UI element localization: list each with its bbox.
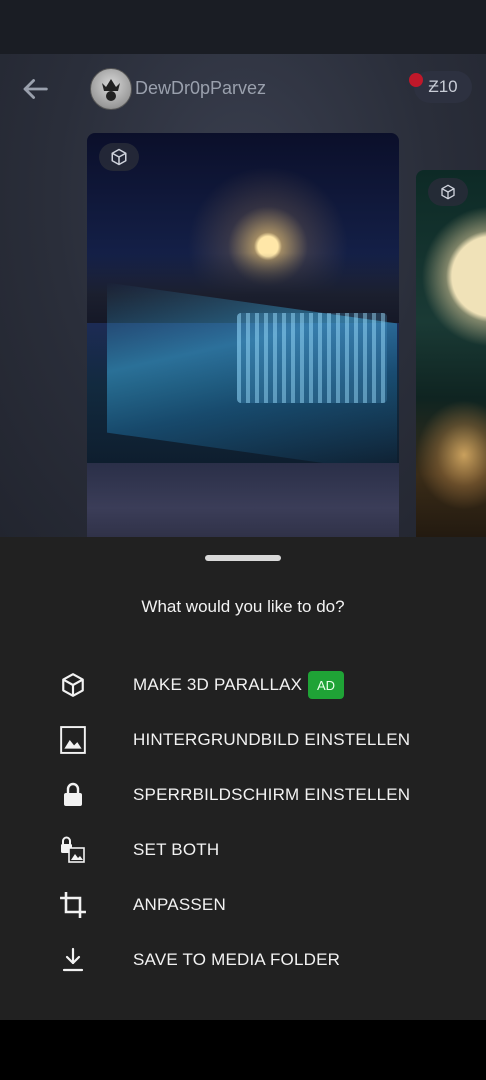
menu-item-set-lock-screen[interactable]: SPERRBILDSCHIRM EINSTELLEN [0, 770, 486, 820]
menu-item-label: SAVE TO MEDIA FOLDER [133, 950, 341, 969]
menu-item-label: HINTERGRUNDBILD EINSTELLEN [133, 730, 411, 749]
lock-image-icon [57, 834, 89, 866]
wallpaper-art-sand [416, 400, 486, 510]
notification-dot [409, 73, 423, 87]
status-bar [0, 0, 486, 54]
wallpaper-card-next[interactable] [416, 170, 486, 537]
arrow-left-icon [23, 79, 48, 99]
wallpaper-art-waterfall [237, 313, 387, 403]
coin-balance[interactable]: Ƶ10 [414, 71, 472, 103]
sheet-title: What would you like to do? [141, 597, 345, 616]
crown-icon [102, 79, 120, 101]
menu-item-adjust[interactable]: ANPASSEN [0, 880, 486, 930]
username[interactable]: DewDr0pParvez [135, 78, 266, 99]
menu-item-label: SET BOTH [133, 840, 220, 859]
action-bottom-sheet: What would you like to do? MAKE 3D PARAL… [0, 537, 486, 1020]
sheet-drag-handle[interactable] [205, 555, 281, 561]
menu-item-label: ANPASSEN [133, 895, 226, 914]
download-icon [57, 944, 89, 976]
menu-item-set-home-wallpaper[interactable]: HINTERGRUNDBILD EINSTELLEN [0, 715, 486, 765]
cube-icon [441, 184, 455, 200]
image-icon [57, 724, 89, 756]
cube-icon [57, 669, 89, 701]
system-navigation-bar [0, 1020, 486, 1080]
ad-badge: AD [308, 671, 344, 699]
cube-icon [111, 148, 127, 166]
menu-item-label: SPERRBILDSCHIRM EINSTELLEN [133, 785, 411, 804]
parallax-badge [99, 143, 139, 171]
crop-icon [57, 889, 89, 921]
menu-item-save-to-media[interactable]: SAVE TO MEDIA FOLDER [0, 935, 486, 985]
lock-icon [57, 779, 89, 811]
parallax-badge [428, 178, 468, 206]
wallpaper-card-current[interactable] [87, 133, 399, 537]
back-button[interactable] [18, 72, 52, 106]
wallpaper-art-shore [87, 463, 399, 537]
menu-item-make-3d-parallax[interactable]: MAKE 3D PARALLAX AD [0, 660, 486, 710]
menu-item-label: MAKE 3D PARALLAX [133, 675, 303, 694]
wallpaper-preview-backdrop [0, 54, 486, 537]
menu-item-set-both[interactable]: SET BOTH [0, 825, 486, 875]
avatar[interactable] [90, 68, 132, 110]
